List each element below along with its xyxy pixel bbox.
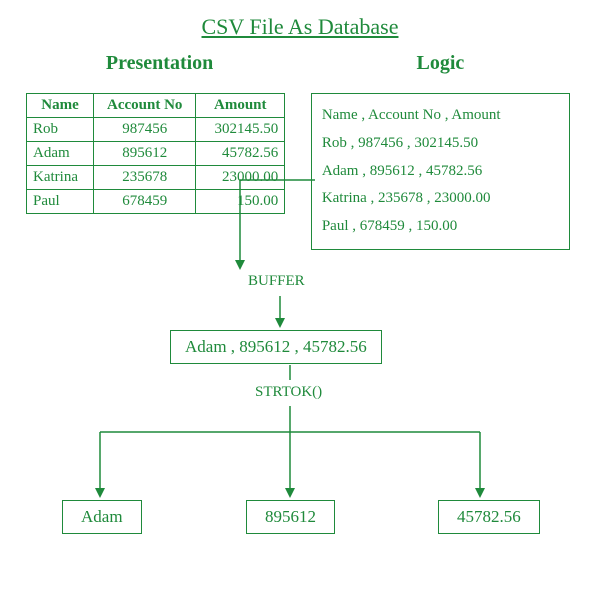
table-row: Paul 678459 150.00 — [27, 190, 285, 214]
table-row: Adam 895612 45782.56 — [27, 142, 285, 166]
logic-box: Name , Account No , Amount Rob , 987456 … — [311, 93, 570, 250]
presentation-column: Presentation Name Account No Amount Rob … — [30, 46, 289, 250]
logic-line: Name , Account No , Amount — [322, 102, 559, 130]
token-box: 895612 — [246, 500, 335, 534]
presentation-heading: Presentation — [30, 52, 289, 75]
cell-name: Rob — [27, 118, 94, 142]
logic-line: Rob , 987456 , 302145.50 — [322, 130, 559, 158]
logic-line: Adam , 895612 , 45782.56 — [322, 158, 559, 186]
logic-line: Paul , 678459 , 150.00 — [322, 213, 559, 241]
col-header: Amount — [196, 94, 285, 118]
buffer-label: BUFFER — [248, 273, 305, 290]
presentation-table: Name Account No Amount Rob 987456 302145… — [26, 93, 285, 214]
page-title: CSV File As Database — [0, 0, 600, 40]
cell-acct: 678459 — [94, 190, 196, 214]
cell-amount: 302145.50 — [196, 118, 285, 142]
col-header: Name — [27, 94, 94, 118]
token-box: Adam — [62, 500, 142, 534]
table-row: Katrina 235678 23000.00 — [27, 166, 285, 190]
table-row: Rob 987456 302145.50 — [27, 118, 285, 142]
cell-name: Paul — [27, 190, 94, 214]
cell-acct: 235678 — [94, 166, 196, 190]
cell-acct: 987456 — [94, 118, 196, 142]
col-header: Account No — [94, 94, 196, 118]
table-header-row: Name Account No Amount — [27, 94, 285, 118]
cell-amount: 150.00 — [196, 190, 285, 214]
logic-column: Logic Name , Account No , Amount Rob , 9… — [311, 46, 570, 250]
token-box: 45782.56 — [438, 500, 540, 534]
cell-amount: 45782.56 — [196, 142, 285, 166]
cell-name: Katrina — [27, 166, 94, 190]
cell-amount: 23000.00 — [196, 166, 285, 190]
columns: Presentation Name Account No Amount Rob … — [0, 46, 600, 250]
cell-acct: 895612 — [94, 142, 196, 166]
logic-line: Katrina , 235678 , 23000.00 — [322, 185, 559, 213]
buffer-box: Adam , 895612 , 45782.56 — [170, 330, 382, 364]
logic-heading: Logic — [311, 52, 570, 75]
strtok-label: STRTOK() — [255, 384, 322, 401]
cell-name: Adam — [27, 142, 94, 166]
